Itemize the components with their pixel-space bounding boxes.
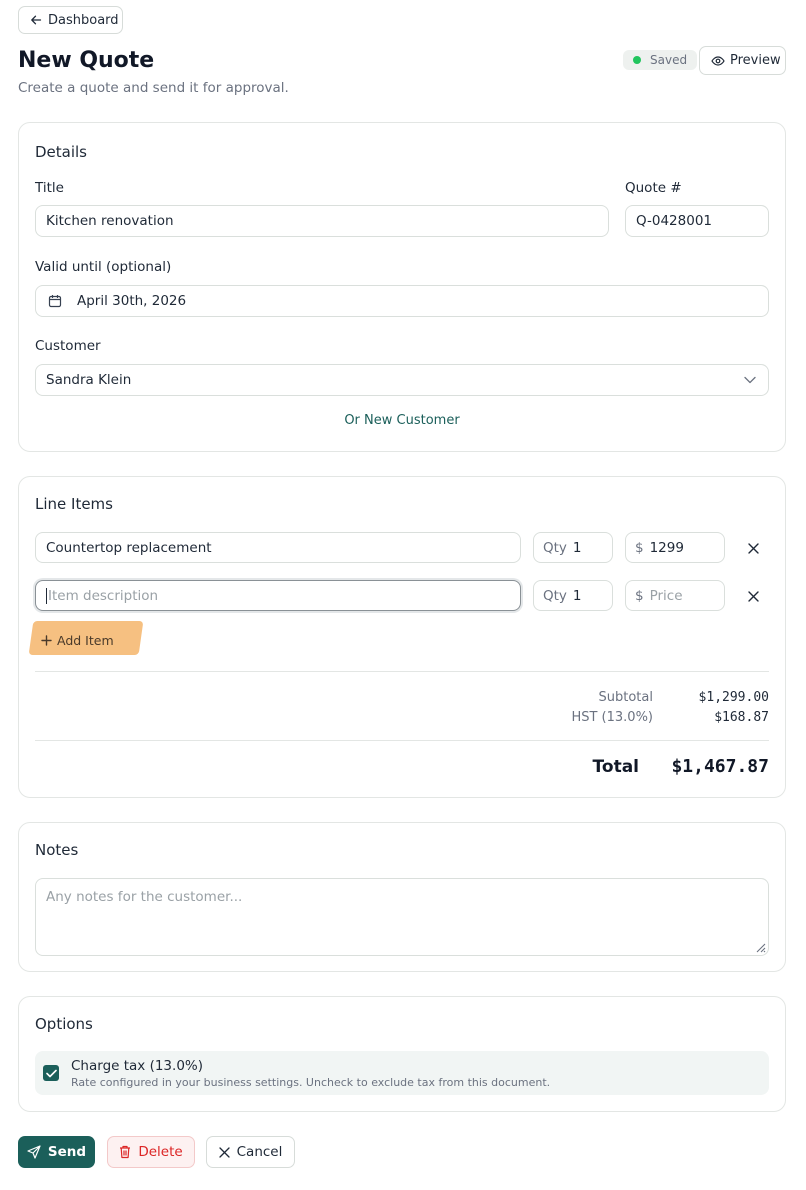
charge-tax-option[interactable]: Charge tax (13.0%) Rate configured in yo…: [35, 1051, 769, 1095]
add-item-button[interactable]: Add Item: [41, 628, 129, 652]
new-customer-link[interactable]: Or New Customer: [19, 413, 785, 428]
back-label: Dashboard: [48, 12, 119, 28]
charge-tax-help: Rate configured in your business setting…: [71, 1076, 551, 1089]
notes-card: Notes Any notes for the customer...: [18, 822, 786, 972]
status-badge: Saved: [623, 50, 698, 70]
qty-prefix: Qty: [543, 539, 567, 556]
subtotal-value: $1,299.00: [698, 690, 769, 705]
price-prefix: $: [635, 587, 644, 604]
quote-number-value: Q-0428001: [636, 213, 712, 229]
page-title: New Quote: [18, 48, 155, 73]
line-item-description-input[interactable]: Countertop replacement: [35, 532, 521, 563]
charge-tax-checkbox[interactable]: [43, 1065, 59, 1081]
valid-until-value: April 30th, 2026: [77, 293, 187, 309]
details-section-title: Details: [35, 143, 88, 161]
close-icon: [218, 1146, 230, 1158]
line-items-card: Line Items Countertop replacement Qty 1 …: [18, 476, 786, 798]
subtotal-label: Subtotal: [598, 690, 653, 705]
trash-icon: [119, 1145, 131, 1159]
details-card: Details Title Kitchen renovation Quote #…: [18, 122, 786, 452]
delete-button[interactable]: Delete: [107, 1136, 195, 1168]
customer-label: Customer: [35, 338, 101, 354]
line-item-description-input[interactable]: Item description: [35, 580, 521, 611]
quote-number-label: Quote #: [625, 180, 682, 196]
customer-select-value: Sandra Klein: [46, 372, 132, 388]
send-label: Send: [47, 1144, 87, 1160]
line-item-description-placeholder: Item description: [48, 587, 159, 604]
page-subtitle: Create a quote and send it for approval.: [18, 80, 289, 96]
qty-value: 1: [572, 539, 582, 556]
customer-select[interactable]: Sandra Klein: [35, 364, 769, 396]
price-placeholder: Price: [649, 587, 683, 604]
close-icon: [747, 590, 759, 602]
line-item-price-input[interactable]: $ Price: [625, 580, 725, 611]
price-prefix: $: [635, 539, 644, 556]
price-value: 1299: [649, 539, 684, 556]
send-icon: [27, 1145, 41, 1159]
add-item-label: Add Item: [57, 632, 114, 648]
text-cursor: [46, 587, 47, 604]
cancel-label: Cancel: [236, 1144, 283, 1160]
total-value: $1,467.87: [671, 756, 769, 777]
divider: [35, 671, 769, 672]
title-input[interactable]: Kitchen renovation: [35, 205, 609, 237]
status-badge-label: Saved: [650, 53, 688, 67]
notes-section-title: Notes: [35, 841, 79, 859]
line-item-qty-input[interactable]: Qty 1: [533, 532, 613, 563]
options-section-title: Options: [35, 1015, 93, 1033]
arrow-left-icon: [30, 14, 42, 26]
close-icon: [747, 542, 759, 554]
plus-icon: [41, 634, 52, 646]
notes-textarea[interactable]: Any notes for the customer...: [35, 878, 769, 956]
total-label: Total: [592, 757, 639, 777]
notes-placeholder: Any notes for the customer...: [46, 889, 243, 905]
valid-until-date-picker[interactable]: April 30th, 2026: [35, 285, 769, 317]
divider: [35, 740, 769, 741]
options-card: Options Charge tax (13.0%) Rate configur…: [18, 996, 786, 1112]
remove-line-item-button[interactable]: [745, 588, 761, 604]
remove-line-item-button[interactable]: [745, 540, 761, 556]
charge-tax-label: Charge tax (13.0%): [71, 1058, 204, 1074]
qty-prefix: Qty: [543, 587, 567, 604]
eye-icon: [711, 55, 725, 67]
tax-value: $168.87: [714, 710, 769, 725]
qty-value: 1: [572, 587, 582, 604]
title-input-value: Kitchen renovation: [46, 213, 174, 229]
preview-button[interactable]: Preview: [699, 46, 786, 75]
line-item-qty-input[interactable]: Qty 1: [533, 580, 613, 611]
title-label: Title: [35, 180, 64, 196]
preview-label: Preview: [730, 53, 781, 68]
resize-handle-icon[interactable]: [754, 941, 766, 953]
check-icon: [45, 1069, 57, 1078]
valid-until-label: Valid until (optional): [35, 259, 172, 275]
back-to-dashboard-button[interactable]: Dashboard: [18, 6, 123, 34]
chevron-down-icon: [744, 376, 756, 384]
delete-label: Delete: [138, 1144, 183, 1160]
saved-dot-icon: [633, 56, 641, 64]
line-items-section-title: Line Items: [35, 495, 113, 513]
line-item-description-value: Countertop replacement: [46, 539, 212, 556]
quote-number-input[interactable]: Q-0428001: [625, 205, 769, 237]
line-item-price-input[interactable]: $ 1299: [625, 532, 725, 563]
cancel-button[interactable]: Cancel: [206, 1136, 295, 1168]
send-button[interactable]: Send: [18, 1136, 95, 1168]
calendar-icon: [48, 294, 62, 308]
tax-label: HST (13.0%): [571, 710, 653, 725]
